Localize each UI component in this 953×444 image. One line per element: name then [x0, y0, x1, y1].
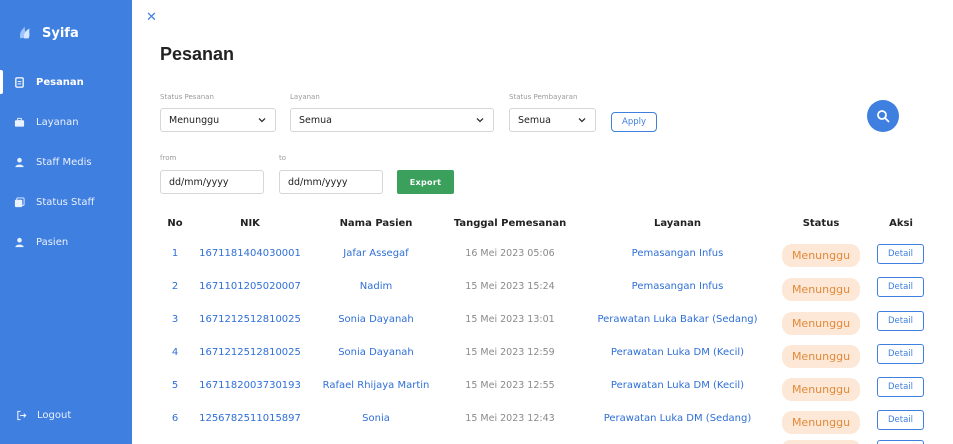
cell-nik[interactable]: 1671181404030001: [195, 248, 305, 259]
sidebar-item-status-staff[interactable]: Status Staff: [0, 182, 132, 222]
cell-layanan[interactable]: Perawatan Luka DM (Sedang): [580, 413, 775, 424]
header-layanan: Layanan: [653, 218, 702, 229]
status-pembayaran-select[interactable]: Semua: [509, 108, 596, 132]
cell-nik[interactable]: 1671212512810025: [195, 347, 305, 358]
cell-nama-pasien[interactable]: Rafael Rhijaya Martin: [310, 380, 442, 391]
cell-tanggal: 15 Mei 2023 12:43: [465, 413, 555, 424]
layanan-label: Layanan: [290, 93, 320, 101]
status-badge: Menunggu: [782, 244, 860, 267]
cell-tanggal: 15 Mei 2023 12:59: [465, 347, 555, 358]
from-label: from: [160, 154, 177, 162]
cell-nama-pasien[interactable]: Sonia Dayanah: [310, 314, 442, 325]
status-pesanan-select[interactable]: Menunggu: [160, 108, 276, 132]
table-row: 4 1671212512810025 Sonia Dayanah 15 Mei …: [0, 344, 953, 378]
header-nama-pasien: Nama Pasien: [339, 218, 413, 229]
header-nik: NIK: [240, 218, 260, 229]
detail-button[interactable]: Detail: [877, 410, 924, 430]
cell-nama-pasien[interactable]: Sonia Dayanah: [310, 347, 442, 358]
sidebar-item-layanan[interactable]: Layanan: [0, 102, 132, 142]
cell-layanan[interactable]: Pemasangan Infus: [580, 281, 775, 292]
cell-no: 6: [171, 413, 179, 424]
page-title: Pesanan: [160, 44, 235, 64]
document-icon: [15, 76, 24, 88]
sidebar-item-staff-medis[interactable]: Staff Medis: [0, 142, 132, 182]
sidebar-item-label: Layanan: [36, 116, 79, 128]
header-no: No: [167, 218, 183, 229]
status-pesanan-value: Menunggu: [169, 114, 220, 126]
status-badge: Menunggu: [782, 378, 860, 401]
next-row-detail-partial: [877, 440, 924, 444]
apply-button[interactable]: Apply: [611, 112, 657, 132]
table-row: 5 1671182003730193 Rafael Rhijaya Martin…: [0, 377, 953, 411]
to-label: to: [279, 154, 287, 162]
status-badge: Menunggu: [782, 411, 860, 434]
cell-layanan[interactable]: Perawatan Luka DM (Kecil): [580, 347, 775, 358]
brand[interactable]: Syifa: [16, 24, 79, 42]
export-button[interactable]: Export: [397, 170, 454, 194]
detail-button[interactable]: Detail: [877, 311, 924, 331]
detail-button[interactable]: Detail: [877, 277, 924, 297]
close-icon[interactable]: ✕: [146, 10, 157, 25]
cell-nik[interactable]: 1671212512810025: [195, 314, 305, 325]
header-status: Status: [802, 218, 840, 229]
status-badge: Menunggu: [782, 278, 860, 301]
cell-layanan[interactable]: Perawatan Luka DM (Kecil): [580, 380, 775, 391]
cell-tanggal: 16 Mei 2023 05:06: [465, 248, 555, 259]
search-button[interactable]: [867, 100, 899, 132]
status-pembayaran-label: Status Pembayaran: [509, 93, 578, 101]
cell-tanggal: 15 Mei 2023 13:01: [465, 314, 555, 325]
from-date-input[interactable]: dd/mm/yyyy: [160, 170, 264, 194]
next-row-badge-partial: [782, 440, 860, 444]
cell-nik[interactable]: 1256782511015897: [195, 413, 305, 424]
cell-no: 4: [171, 347, 179, 358]
cell-tanggal: 15 Mei 2023 12:55: [465, 380, 555, 391]
cell-nama-pasien[interactable]: Jafar Assegaf: [310, 248, 442, 259]
sidebar-item-pesanan[interactable]: Pesanan: [0, 62, 132, 102]
header-tanggal-pemesanan: Tanggal Pemesanan: [453, 218, 567, 229]
cell-nama-pasien[interactable]: Nadim: [310, 281, 442, 292]
cell-no: 5: [171, 380, 179, 391]
search-icon: [877, 110, 890, 123]
layanan-select[interactable]: Semua: [290, 108, 494, 132]
detail-button[interactable]: Detail: [877, 377, 924, 397]
cell-no: 1: [171, 248, 179, 259]
from-date-placeholder: dd/mm/yyyy: [169, 176, 229, 188]
cell-no: 2: [171, 281, 179, 292]
cell-layanan[interactable]: Perawatan Luka Bakar (Sedang): [580, 314, 775, 325]
chevron-down-icon: [578, 118, 586, 123]
chevron-down-icon: [258, 118, 266, 123]
status-badge: Menunggu: [782, 312, 860, 335]
layanan-value: Semua: [299, 114, 332, 126]
status-pesanan-label: Status Pesanan: [160, 93, 214, 101]
cell-nama-pasien[interactable]: Sonia: [310, 413, 442, 424]
briefcase-icon: [14, 117, 25, 127]
layers-icon: [14, 196, 25, 207]
logo-icon: [19, 26, 30, 39]
to-date-placeholder: dd/mm/yyyy: [288, 176, 348, 188]
table-row: 1 1671181404030001 Jafar Assegaf 16 Mei …: [0, 244, 953, 279]
sidebar-item-label: Pesanan: [36, 76, 84, 88]
cell-nik[interactable]: 1671101205020007: [195, 281, 305, 292]
app-name: Syifa: [42, 25, 79, 41]
status-pembayaran-value: Semua: [518, 114, 551, 126]
table-row: 2 1671101205020007 Nadim 15 Mei 2023 15:…: [0, 277, 953, 312]
cell-nik[interactable]: 1671182003730193: [195, 380, 305, 391]
user-icon: [15, 157, 24, 167]
to-date-input[interactable]: dd/mm/yyyy: [279, 170, 383, 194]
cell-no: 3: [171, 314, 179, 325]
header-aksi: Aksi: [889, 218, 913, 229]
detail-button[interactable]: Detail: [877, 244, 924, 264]
table-header: No NIK Nama Pasien Tanggal Pemesanan Lay…: [0, 218, 953, 234]
sidebar-item-label: Staff Medis: [36, 156, 92, 168]
cell-layanan[interactable]: Pemasangan Infus: [580, 248, 775, 259]
detail-button[interactable]: Detail: [877, 344, 924, 364]
cell-tanggal: 15 Mei 2023 15:24: [465, 281, 555, 292]
sidebar-item-label: Status Staff: [36, 196, 95, 208]
chevron-down-icon: [476, 118, 484, 123]
table-row: 3 1671212512810025 Sonia Dayanah 15 Mei …: [0, 311, 953, 345]
status-badge: Menunggu: [782, 345, 860, 368]
